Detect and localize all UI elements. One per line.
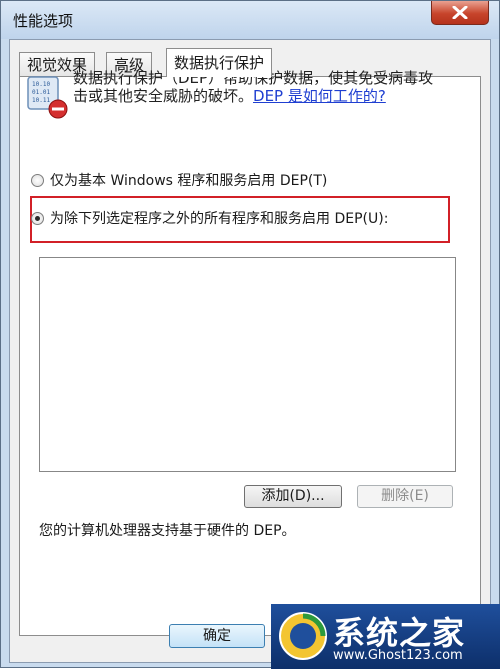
svg-text:01.01: 01.01 [32,89,50,96]
dep-shield-icon: 10.10 01.01 10.11 [27,76,68,119]
close-button[interactable] [431,1,489,25]
radio-all-programs[interactable]: 为除下列选定程序之外的所有程序和服务启用 DEP(U): [31,209,388,229]
watermark-banner: 系统之家 www.Ghost123.com [271,604,500,669]
title-bar[interactable]: 性能选项 [1,1,499,39]
remove-program-button[interactable]: 删除(E) [357,485,453,508]
ok-button[interactable]: 确定 [169,624,265,648]
radio-basic-label: 仅为基本 Windows 程序和服务启用 DEP(T) [50,173,328,189]
radio-button-basic[interactable] [31,174,44,187]
watermark-logo-icon [279,612,327,660]
radio-button-all[interactable] [31,212,44,225]
add-program-button[interactable]: 添加(D)... [244,485,342,508]
close-icon [452,6,468,19]
radio-basic-programs[interactable]: 仅为基本 Windows 程序和服务启用 DEP(T) [31,171,327,191]
svg-text:10.10: 10.10 [32,81,50,88]
performance-options-window: 性能选项 视觉效果 高级 数据执行保护 10.10 01.01 10.11 数据… [0,0,500,669]
window-title: 性能选项 [13,12,74,30]
dep-how-it-works-link[interactable]: DEP 是如何工作的? [253,87,386,105]
tab-data-execution-prevention[interactable]: 数据执行保护 [166,48,273,77]
svg-text:10.11: 10.11 [32,97,50,104]
hardware-dep-support-text: 您的计算机处理器支持基于硬件的 DEP。 [39,523,296,539]
watermark-url: www.Ghost123.com [333,648,463,663]
radio-all-label: 为除下列选定程序之外的所有程序和服务启用 DEP(U): [50,211,389,227]
excluded-programs-list[interactable] [39,257,456,472]
